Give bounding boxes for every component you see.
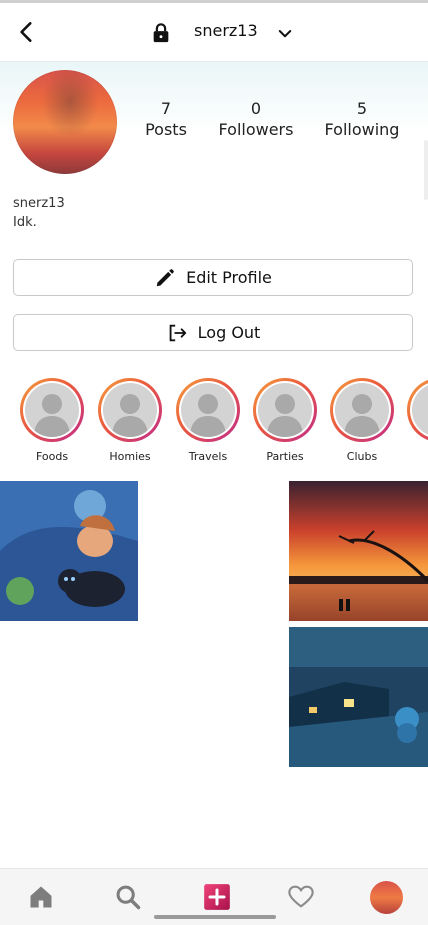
highlight-ring <box>20 378 84 442</box>
lock-icon <box>153 23 169 43</box>
person-placeholder-icon <box>258 383 312 437</box>
highlight-travels[interactable]: Travels <box>174 378 242 463</box>
highlight-ring-inner <box>256 381 314 439</box>
highlight-ring <box>253 378 317 442</box>
log-out-button[interactable]: Log Out <box>13 314 413 351</box>
stat-posts[interactable]: 7 Posts <box>137 99 195 139</box>
post-thumbnail-night-rooftop[interactable] <box>289 627 428 767</box>
back-arrow-icon[interactable] <box>14 19 40 45</box>
person-placeholder-icon <box>335 383 389 437</box>
followers-label: Followers <box>218 120 294 139</box>
chevron-down-icon[interactable] <box>276 25 294 43</box>
highlight-label: Homies <box>109 450 151 463</box>
logout-icon <box>169 324 186 341</box>
highlight-label: Travels <box>188 450 228 463</box>
highlight-ring <box>98 378 162 442</box>
highlight-label: Parties <box>266 450 304 463</box>
post-thumbnail-sunset-lake[interactable] <box>289 481 428 621</box>
posts-count: 7 <box>160 99 172 118</box>
search-icon[interactable] <box>114 883 142 911</box>
highlight-ring <box>176 378 240 442</box>
heart-icon[interactable] <box>287 883 315 911</box>
profile-header: snerz13 <box>0 3 428 62</box>
person-placeholder-icon <box>181 383 235 437</box>
edit-profile-button[interactable]: Edit Profile <box>13 259 413 296</box>
highlight-label: Foods <box>35 450 69 463</box>
stat-followers[interactable]: 0 Followers <box>212 99 300 139</box>
bio-name: snerz13 <box>13 196 65 211</box>
story-highlights: Foods Homies Travels Parties Clubs <box>0 378 428 468</box>
person-placeholder-icon <box>412 383 428 437</box>
log-out-label: Log Out <box>197 323 261 342</box>
highlight-partial[interactable] <box>405 378 428 442</box>
highlight-parties[interactable]: Parties <box>251 378 319 463</box>
home-icon[interactable] <box>27 883 55 911</box>
following-label: Following <box>324 120 400 139</box>
stat-following[interactable]: 5 Following <box>316 99 408 139</box>
person-placeholder-icon <box>103 383 157 437</box>
highlight-foods[interactable]: Foods <box>18 378 86 463</box>
highlight-ring-inner <box>23 381 81 439</box>
pencil-icon <box>156 268 174 286</box>
edit-profile-label: Edit Profile <box>186 268 272 287</box>
scroll-indicator <box>424 140 428 200</box>
highlight-homies[interactable]: Homies <box>96 378 164 463</box>
highlight-ring-inner <box>179 381 237 439</box>
highlight-label: Clubs <box>346 450 378 463</box>
following-count: 5 <box>356 99 368 118</box>
highlight-ring-inner <box>410 381 428 439</box>
add-post-icon[interactable] <box>203 883 231 911</box>
followers-count: 0 <box>250 99 262 118</box>
post-thumbnail-sleeping-cat[interactable] <box>0 481 138 621</box>
person-placeholder-icon <box>25 383 79 437</box>
posts-label: Posts <box>145 120 187 139</box>
highlight-clubs[interactable]: Clubs <box>328 378 396 463</box>
home-indicator <box>154 915 276 919</box>
bio-text: Idk. <box>13 215 37 230</box>
highlight-ring-inner <box>333 381 391 439</box>
profile-avatar[interactable] <box>13 70 117 174</box>
highlight-ring <box>407 378 428 442</box>
highlight-ring-inner <box>101 381 159 439</box>
profile-tab-avatar[interactable] <box>370 881 403 914</box>
header-username[interactable]: snerz13 <box>194 21 258 40</box>
highlight-ring <box>330 378 394 442</box>
